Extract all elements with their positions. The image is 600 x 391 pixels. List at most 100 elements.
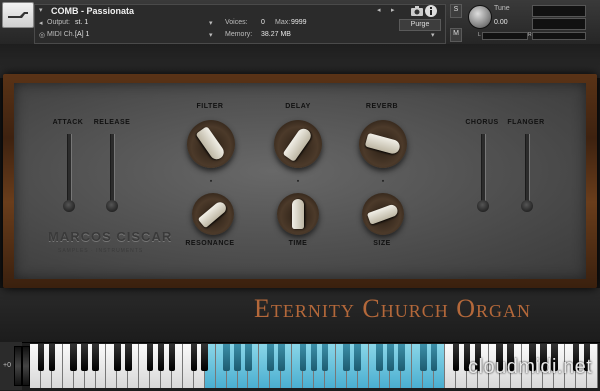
resonance-label: RESONANCE — [185, 240, 235, 247]
piano-black-key[interactable] — [234, 344, 241, 371]
mod-wheel[interactable] — [22, 346, 30, 386]
piano-black-key[interactable] — [157, 344, 165, 371]
piano-black-key[interactable] — [114, 344, 121, 371]
max-label: Max: — [275, 19, 291, 26]
delay-label: DELAY — [285, 103, 311, 110]
volume-slider[interactable] — [532, 32, 586, 40]
voices-value: 0 — [261, 19, 265, 26]
collapse-arrow-icon[interactable]: ▾ — [39, 6, 43, 14]
next-instrument-button[interactable]: ▸ — [391, 6, 395, 14]
purge-button[interactable]: Purge — [399, 19, 441, 31]
instrument-info-panel: ▾ COMB - Passionata ◂ Output: st. 1 ▾ Vo… — [34, 4, 446, 44]
filter-indicator: ▪ — [209, 178, 213, 185]
piano-black-key[interactable] — [245, 344, 252, 371]
release-label: RELEASE — [93, 119, 131, 126]
piano-black-key[interactable] — [190, 344, 198, 371]
piano-black-key[interactable] — [146, 344, 154, 371]
memory-value: 38.27 MB — [261, 31, 291, 38]
piano-black-key[interactable] — [321, 344, 329, 371]
piano-black-key[interactable] — [267, 344, 274, 371]
piano-black-key[interactable] — [125, 344, 132, 371]
release-slider-thumb[interactable] — [106, 200, 118, 212]
purge-dropdown-icon[interactable]: ▾ — [431, 31, 435, 39]
flanger-label: FLANGER — [507, 119, 545, 126]
output-value[interactable]: st. 1 — [75, 19, 88, 26]
output-label: Output: — [47, 19, 70, 26]
midi-channel-value[interactable]: [A] 1 — [75, 31, 89, 38]
piano-black-key[interactable] — [354, 344, 361, 371]
filter-knob-pointer — [195, 126, 227, 162]
output-dropdown-icon[interactable]: ▾ — [209, 19, 213, 27]
reverb-knob-pointer — [364, 132, 402, 156]
time-knob-pointer — [292, 199, 304, 229]
piano-black-key[interactable] — [430, 344, 438, 371]
midi-dropdown-icon[interactable]: ▾ — [209, 31, 213, 39]
piano-black-key[interactable] — [92, 344, 99, 371]
max-voices-value[interactable]: 9999 — [291, 19, 307, 26]
delay-knob[interactable] — [274, 120, 322, 168]
filter-label: FILTER — [196, 103, 224, 110]
piano-black-key[interactable] — [201, 344, 209, 371]
mute-button[interactable]: M — [450, 28, 462, 42]
flanger-slider-thumb[interactable] — [521, 200, 533, 212]
reverb-indicator: ▪ — [381, 178, 385, 185]
time-knob[interactable] — [277, 193, 319, 235]
camera-icon — [411, 6, 423, 16]
tune-value: 0.00 — [494, 19, 508, 26]
reverb-knob[interactable] — [359, 120, 407, 168]
midi-icon: ◎ — [39, 32, 46, 39]
release-slider-track[interactable] — [110, 134, 115, 208]
piano-black-key[interactable] — [398, 344, 405, 371]
brand-subtitle: SAMPLES · INSTRUMENTS — [58, 248, 144, 254]
piano-black-key[interactable] — [419, 344, 427, 371]
info-icon — [425, 5, 437, 17]
background-top — [0, 44, 600, 78]
delay-indicator: ▪ — [296, 178, 300, 185]
piano-black-key[interactable] — [37, 344, 45, 371]
piano-black-key[interactable] — [343, 344, 351, 371]
level-meter-bottom — [532, 18, 586, 30]
piano-black-key[interactable] — [223, 344, 230, 371]
product-title: Eternity Church Organ — [254, 294, 531, 323]
tune-controls: S M Tune 0.00 L R — [448, 2, 598, 42]
delay-knob-pointer — [282, 126, 314, 162]
piano-black-key[interactable] — [310, 344, 318, 371]
filter-knob[interactable] — [187, 120, 235, 168]
voices-label: Voices: — [225, 19, 248, 26]
resonance-knob-pointer — [197, 199, 229, 229]
instrument-name[interactable]: COMB - Passionata — [51, 6, 134, 16]
pan-left-label: L — [478, 32, 481, 38]
piano-black-key[interactable] — [70, 344, 77, 371]
piano-black-key[interactable] — [81, 344, 88, 371]
piano-black-key[interactable] — [376, 344, 383, 371]
reverb-label: REVERB — [365, 103, 399, 110]
chorus-slider-track[interactable] — [481, 134, 486, 208]
instrument-logo-tab[interactable] — [2, 2, 34, 28]
size-label: SIZE — [373, 240, 391, 247]
size-knob[interactable] — [362, 193, 404, 235]
brand-logo: MARCOS CISCAR — [48, 229, 173, 244]
level-meter-top — [532, 5, 586, 17]
piano-black-key[interactable] — [452, 344, 460, 371]
memory-label: Memory: — [225, 31, 253, 38]
tune-knob[interactable] — [468, 5, 492, 29]
pan-slider[interactable] — [482, 32, 528, 40]
piano-black-key[interactable] — [48, 344, 56, 371]
info-button[interactable] — [424, 4, 442, 18]
piano-black-key[interactable] — [387, 344, 394, 371]
solo-button[interactable]: S — [450, 4, 462, 18]
attack-slider-thumb[interactable] — [63, 200, 75, 212]
size-knob-pointer — [366, 203, 400, 225]
midi-channel-label: MIDI Ch.: — [47, 31, 77, 38]
chorus-slider-thumb[interactable] — [477, 200, 489, 212]
watermark: cloudmidi.net — [468, 356, 593, 378]
piano-black-key[interactable] — [299, 344, 307, 371]
piano-black-key[interactable] — [277, 344, 285, 371]
piano-black-key[interactable] — [168, 344, 176, 371]
octave-label[interactable]: +0 — [3, 362, 11, 369]
flanger-slider-track[interactable] — [525, 134, 530, 208]
attack-slider-track[interactable] — [67, 134, 72, 208]
resonance-knob[interactable] — [192, 193, 234, 235]
pitch-wheel[interactable] — [14, 346, 22, 386]
prev-instrument-button[interactable]: ◂ — [377, 6, 381, 14]
